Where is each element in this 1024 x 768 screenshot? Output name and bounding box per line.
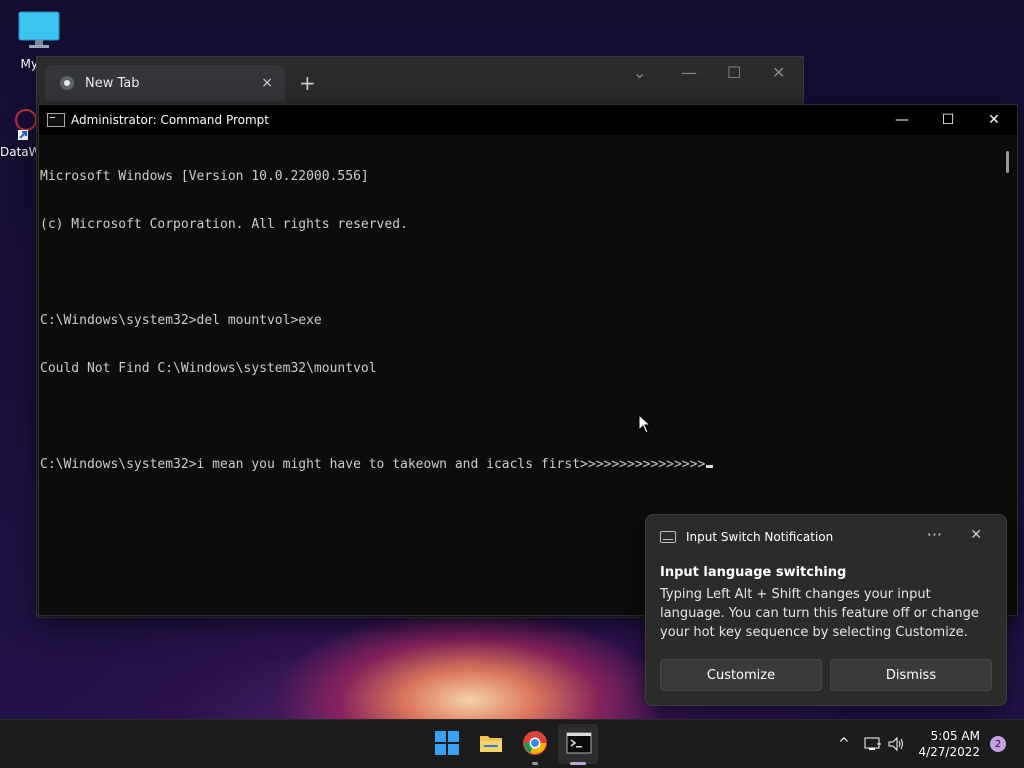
running-indicator [532,762,538,765]
time-text: 5:05 AM [930,729,980,743]
chrome-tab-new-tab[interactable]: New Tab × [45,65,285,101]
keyboard-icon [660,531,676,543]
more-options-button[interactable]: ··· [927,525,942,544]
console-input-line[interactable]: C:\Windows\system32>i mean you might hav… [40,457,999,473]
cmd-icon [47,113,65,127]
network-icon[interactable] [864,720,882,768]
date-text: 4/27/2022 [918,745,980,759]
cmd-minimize-button[interactable]: — [879,105,925,135]
dismiss-button[interactable]: Dismiss [830,659,992,691]
active-indicator [570,762,586,765]
monitor-icon [5,10,73,53]
input-switch-notification[interactable]: Input Switch Notification ··· ✕ Input la… [645,514,1007,706]
close-tab-button[interactable]: × [261,75,273,91]
new-tab-button[interactable]: + [299,71,316,95]
chrome-icon [59,75,75,91]
desktop-icon-dataw[interactable]: DataW [0,108,40,159]
chrome-icon[interactable] [522,730,548,756]
console-line: Could Not Find C:\Windows\system32\mount… [40,361,377,376]
console-line: Microsoft Windows [Version 10.0.22000.55… [40,169,369,184]
cmd-title-bar[interactable]: Administrator: Command Prompt — ☐ ✕ [39,105,1017,135]
cmd-window-title: Administrator: Command Prompt [71,113,269,127]
cmd-maximize-button[interactable]: ☐ [925,105,971,135]
desktop-icon-label: DataW [0,145,40,159]
cmd-close-button[interactable]: ✕ [971,105,1017,135]
tab-title: New Tab [85,75,140,91]
tab-search-button[interactable]: ⌄ [633,63,646,82]
mouse-pointer-icon [638,413,652,438]
file-explorer-icon[interactable] [478,730,504,756]
customize-button[interactable]: Customize [660,659,822,691]
text-cursor [706,465,714,468]
notification-body: Typing Left Alt + Shift changes your inp… [660,587,979,640]
console-line: C:\Windows\system32>del mountvol>exe [40,313,322,328]
scrollbar-thumb[interactable] [1006,151,1009,173]
chevron-up-icon: ^ [838,736,850,752]
clock[interactable]: 5:05 AM 4/27/2022 [918,728,980,760]
notification-title: Input language switching [660,565,847,580]
terminal-icon[interactable] [566,730,592,756]
console-input-text: C:\Windows\system32>i mean you might hav… [40,457,706,472]
start-icon[interactable] [434,730,460,756]
notification-count-badge[interactable]: 2 [990,736,1006,752]
notification-source: Input Switch Notification [686,530,834,544]
chrome-tab-strip: New Tab × + ⌄ — ☐ ✕ [37,57,803,107]
chrome-close-button[interactable]: ✕ [772,63,785,82]
console-line: (c) Microsoft Corporation. All rights re… [40,217,408,232]
notification-close-button[interactable]: ✕ [970,527,982,543]
taskbar: ^ 5:05 AM 4/27/2022 2 [0,719,1024,768]
volume-icon[interactable] [888,720,906,768]
notification-header: Input Switch Notification ··· ✕ [660,525,992,547]
chrome-maximize-button[interactable]: ☐ [727,63,741,82]
chrome-minimize-button[interactable]: — [681,63,697,82]
tray-overflow-button[interactable]: ^ [838,720,850,768]
